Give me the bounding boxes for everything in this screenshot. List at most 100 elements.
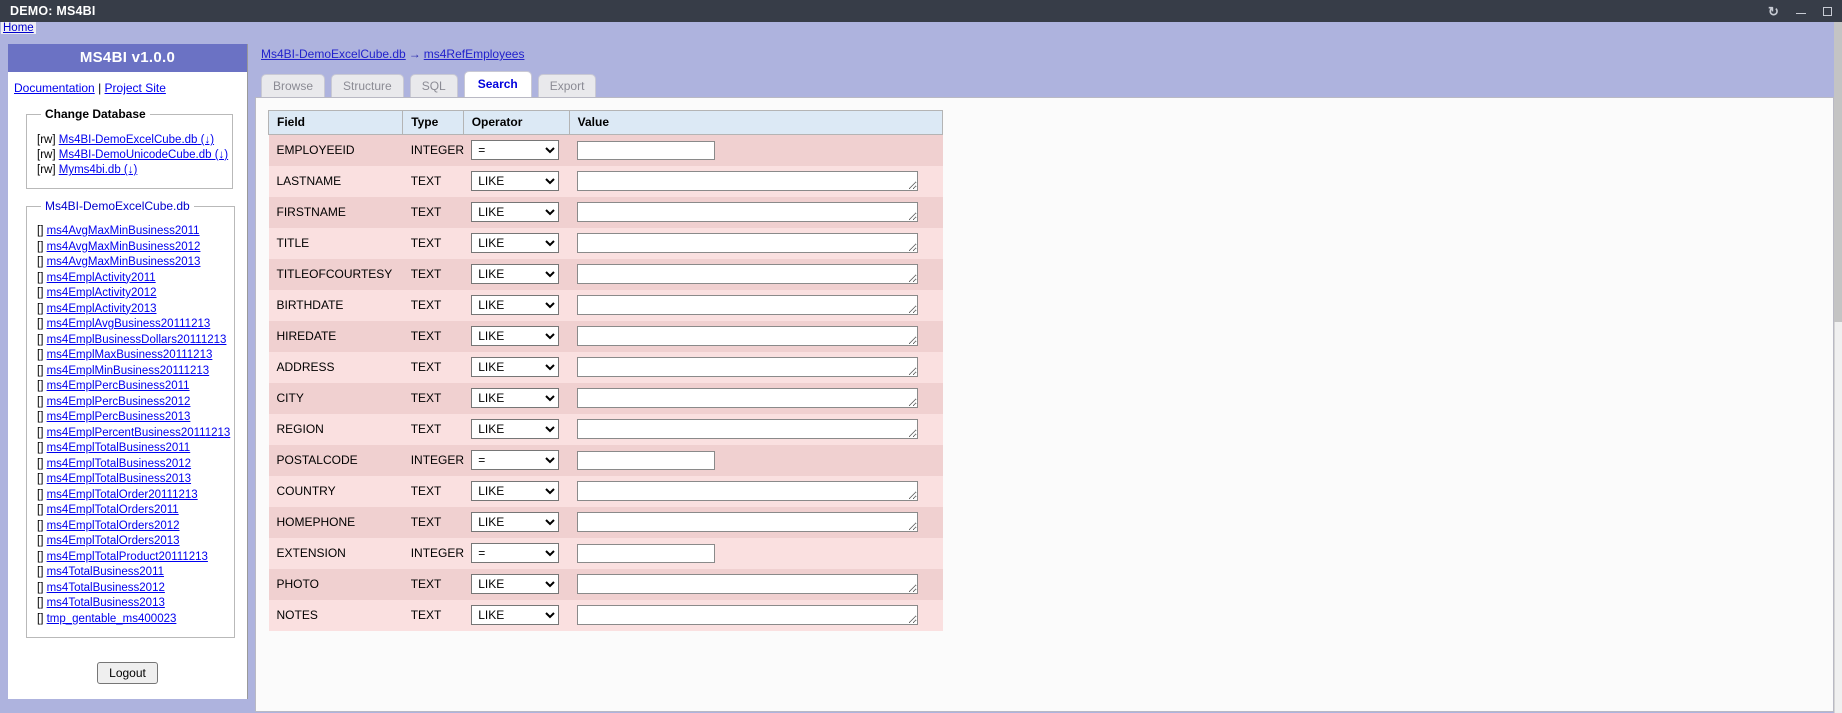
operator-select[interactable]: =LIKE [471,605,560,625]
table-link[interactable]: tmp_gentable_ms400023 [47,613,177,625]
table-link[interactable]: ms4EmplAvgBusiness20111213 [47,318,211,330]
cell-value [569,227,943,259]
cell-operator: =LIKE [463,227,570,259]
table-link[interactable]: ms4EmplMaxBusiness20111213 [47,349,213,361]
operator-select[interactable]: =LIKE [471,326,560,346]
table-bracket-icon: [] [37,271,47,284]
logout-button[interactable]: Logout [97,662,158,684]
page-scrollbar-thumb[interactable] [1834,22,1842,322]
documentation-link[interactable]: Documentation [14,81,95,95]
value-input[interactable] [577,450,716,470]
page-scrollbar-track[interactable] [1834,22,1842,713]
operator-select[interactable]: =LIKE [471,233,560,253]
table-link[interactable]: ms4EmplMinBusiness20111213 [47,365,210,377]
value-textarea[interactable] [577,171,919,191]
table-link[interactable]: ms4EmplPercBusiness2012 [47,396,191,408]
table-row: NOTESTEXT =LIKE [268,599,943,631]
table-link[interactable]: ms4EmplTotalBusiness2011 [47,442,191,454]
value-textarea[interactable] [577,233,919,253]
breadcrumb-db-link[interactable]: Ms4BI-DemoExcelCube.db [261,47,406,61]
tab-sql[interactable]: SQL [409,74,458,98]
minimize-icon[interactable] [1794,5,1807,18]
operator-select[interactable]: =LIKE [471,512,560,532]
table-list-item: [] ms4EmplTotalProduct20111213 [37,550,230,566]
table-link[interactable]: ms4EmplTotalOrders2011 [47,504,179,516]
operator-select[interactable]: =LIKE [471,481,560,501]
cell-value [569,568,943,600]
tab-search[interactable]: Search [463,71,532,97]
value-textarea[interactable] [577,419,919,439]
value-textarea[interactable] [577,264,919,284]
value-input[interactable] [577,140,716,160]
operator-select[interactable]: =LIKE [471,202,560,222]
tab-browse[interactable]: Browse [261,74,326,98]
table-link[interactable]: ms4EmplTotalBusiness2012 [47,458,191,470]
table-link[interactable]: ms4EmplPercBusiness2011 [47,380,190,392]
table-link[interactable]: ms4EmplBusinessDollars20111213 [47,334,227,346]
table-link[interactable]: ms4AvgMaxMinBusiness2012 [47,241,201,253]
value-textarea[interactable] [577,512,919,532]
value-input[interactable] [577,543,716,563]
table-link[interactable]: ms4AvgMaxMinBusiness2013 [47,256,201,268]
table-link[interactable]: ms4EmplTotalOrder20111213 [47,489,198,501]
value-textarea[interactable] [577,295,919,315]
operator-select[interactable]: =LIKE [471,295,560,315]
operator-select[interactable]: =LIKE [471,140,560,161]
table-link[interactable]: ms4EmplPercBusiness2013 [47,411,191,423]
cell-field-type: TEXT [402,196,464,228]
database-link[interactable]: Myms4bi.db [59,164,121,176]
database-download-icon[interactable]: (↓) [121,164,137,176]
operator-select[interactable]: =LIKE [471,419,560,439]
table-link[interactable]: ms4EmplTotalProduct20111213 [47,551,208,563]
operator-select[interactable]: =LIKE [471,171,560,191]
column-header-field: Field [267,110,404,135]
table-link[interactable]: ms4TotalBusiness2012 [47,582,165,594]
operator-select[interactable]: =LIKE [471,388,560,408]
table-row: REGIONTEXT =LIKE [268,413,943,445]
table-link[interactable]: ms4EmplActivity2013 [47,303,157,315]
value-textarea[interactable] [577,388,919,408]
table-link[interactable]: ms4EmplActivity2011 [47,272,156,284]
database-download-icon[interactable]: (↓) [212,149,228,161]
cell-field-name: FIRSTNAME [268,196,403,228]
cell-field-name: LASTNAME [268,165,403,197]
value-textarea[interactable] [577,357,919,377]
table-list-item: [] ms4AvgMaxMinBusiness2012 [37,240,230,256]
operator-select[interactable]: =LIKE [471,574,560,594]
table-row: FIRSTNAMETEXT =LIKE [268,196,943,228]
cell-field-name: ADDRESS [268,351,403,383]
operator-select[interactable]: =LIKE [471,264,560,284]
tab-structure[interactable]: Structure [331,74,404,98]
home-link[interactable]: Home [1,22,36,34]
value-textarea[interactable] [577,202,919,222]
table-link[interactable]: ms4EmplPercentBusiness20111213 [47,427,231,439]
refresh-icon[interactable]: ↻ [1767,5,1780,18]
table-bracket-icon: [] [37,380,47,392]
table-list-item: [] ms4AvgMaxMinBusiness2013 [37,255,230,271]
value-textarea[interactable] [577,605,919,625]
table-bracket-icon: [] [37,597,47,609]
value-textarea[interactable] [577,574,919,594]
table-link[interactable]: ms4TotalBusiness2011 [47,566,164,578]
database-download-icon[interactable]: (↓) [197,134,214,146]
operator-select[interactable]: =LIKE [471,450,560,470]
maximize-icon[interactable] [1821,5,1834,18]
value-textarea[interactable] [577,481,919,501]
cell-field-name: HIREDATE [268,320,403,352]
database-link[interactable]: Ms4BI-DemoUnicodeCube.db [59,149,212,161]
breadcrumb-table-link[interactable]: ms4RefEmployees [424,47,525,61]
table-link[interactable]: ms4EmplTotalBusiness2013 [47,473,191,485]
project-site-link[interactable]: Project Site [105,81,166,95]
table-link[interactable]: ms4AvgMaxMinBusiness2011 [47,225,200,237]
database-link[interactable]: Ms4BI-DemoExcelCube.db [59,134,198,146]
value-textarea[interactable] [577,326,919,346]
tab-export[interactable]: Export [537,74,597,98]
operator-select[interactable]: =LIKE [471,357,560,377]
table-link[interactable]: ms4EmplActivity2012 [47,287,157,299]
table-link[interactable]: ms4TotalBusiness2013 [47,597,165,609]
operator-select[interactable]: =LIKE [471,543,560,563]
table-bracket-icon: [] [37,426,47,439]
table-row: PHOTOTEXT =LIKE [268,568,943,600]
table-link[interactable]: ms4EmplTotalOrders2012 [47,520,180,532]
table-link[interactable]: ms4EmplTotalOrders2013 [47,535,180,547]
